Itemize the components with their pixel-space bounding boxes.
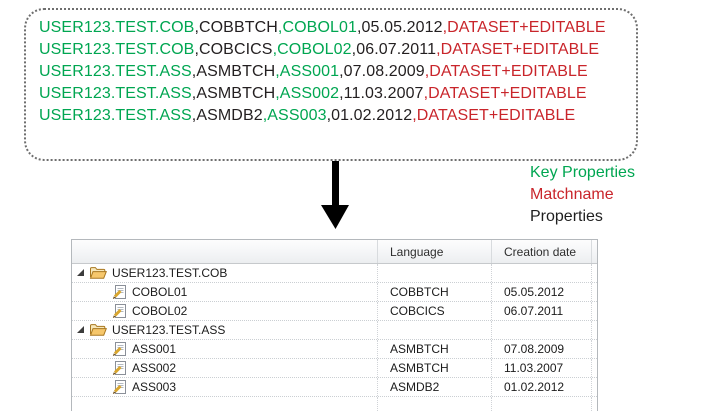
language-cell: ASMDB2 [378,378,492,396]
table-row-member[interactable]: COBOL02 COBCICS 06.07.2011 [72,302,597,321]
member-name: ASS001 [132,342,176,356]
record-field-member: ,ASS001 [275,63,339,80]
tree-cell: COBOL01 [72,283,378,301]
down-arrow-icon [318,161,352,231]
creation-date-cell: 11.03.2007 [492,359,592,377]
record-field-member: ,COBOL01 [278,19,357,36]
record-field-dataset: USER123.TEST.ASS [39,85,192,102]
filler-cell [592,378,597,396]
member-document-pencil-icon [112,304,127,319]
expander-icon[interactable] [77,326,85,334]
legend-matchname: Matchname [530,184,635,206]
record-field-properties: ,DATASET+EDITABLE [425,63,588,80]
language-cell: COBBTCH [378,283,492,301]
record-field-matchname: ,ASMBTCH [192,85,275,102]
filler-cell [592,283,597,301]
record-field-dataset: USER123.TEST.ASS [39,107,192,124]
table-row-dataset[interactable]: USER123.TEST.COB [72,264,597,283]
filler-cell [592,321,597,339]
language-cell: ASMBTCH [378,359,492,377]
tree-cell: ASS002 [72,359,378,377]
member-name: COBOL01 [132,285,187,299]
language-cell: ASMBTCH [378,340,492,358]
legend-properties: Properties [530,206,635,228]
creation-date-cell [492,397,592,411]
table-row-member[interactable]: ASS003 ASMDB2 01.02.2012 [72,378,597,397]
creation-date-cell: 01.02.2012 [492,378,592,396]
table-row-member[interactable]: ASS001 ASMBTCH 07.08.2009 [72,340,597,359]
tree-cell [72,397,378,411]
record-field-member: ,ASS003 [263,107,327,124]
tree-cell: ASS001 [72,340,378,358]
creation-date-cell: 07.08.2009 [492,340,592,358]
member-document-pencil-icon [112,380,127,395]
member-name: ASS003 [132,380,176,394]
dataset-name: USER123.TEST.COB [112,266,227,280]
members-table: Language Creation date USER123.TEST.COB [71,239,598,411]
record-line: USER123.TEST.COB,COBBTCH,COBOL01,05.05.2… [39,17,636,39]
record-field-properties: ,DATASET+EDITABLE [443,19,606,36]
record-field-matchname: ,ASMBTCH [192,63,275,80]
member-document-pencil-icon [112,285,127,300]
legend-key-properties: Key Properties [530,162,635,184]
expander-icon[interactable] [77,269,85,277]
record-field-matchname: ,ASMDB2 [192,107,263,124]
filler-cell [592,359,597,377]
creation-date-cell [492,264,592,282]
filler-cell [592,340,597,358]
record-line: USER123.TEST.ASS,ASMBTCH,ASS002,11.03.20… [39,83,636,105]
open-folder-icon [89,266,107,280]
legend: Key Properties Matchname Properties [530,162,635,228]
record-field-properties: ,DATASET+EDITABLE [424,85,587,102]
record-line: USER123.TEST.ASS,ASMBTCH,ASS001,07.08.20… [39,61,636,83]
tree-cell: COBOL02 [72,302,378,320]
filler-cell [592,264,597,282]
table-row-member[interactable]: COBOL01 COBBTCH 05.05.2012 [72,283,597,302]
creation-date-cell: 05.05.2012 [492,283,592,301]
column-header-language[interactable]: Language [378,240,492,263]
record-field-properties: ,DATASET+EDITABLE [412,107,575,124]
member-name: ASS002 [132,361,176,375]
column-header-creation-date[interactable]: Creation date [492,240,592,263]
record-field-matchname: ,COBBTCH [194,19,277,36]
source-records-box: USER123.TEST.COB,COBBTCH,COBOL01,05.05.2… [24,8,638,161]
dataset-name: USER123.TEST.ASS [112,323,225,337]
open-folder-icon [89,323,107,337]
record-line: USER123.TEST.COB,COBCICS,COBOL02,06.07.2… [39,39,636,61]
table-row-dataset[interactable]: USER123.TEST.ASS [72,321,597,340]
tree-cell: USER123.TEST.ASS [72,321,378,339]
tree-cell: ASS003 [72,378,378,396]
record-field-dataset: USER123.TEST.COB [39,41,194,58]
member-document-pencil-icon [112,361,127,376]
record-field-date: ,11.03.2007 [339,85,423,102]
language-cell: COBCICS [378,302,492,320]
column-header-tree[interactable] [72,240,378,263]
language-cell [378,264,492,282]
record-field-matchname: ,COBCICS [194,41,272,58]
record-field-dataset: USER123.TEST.COB [39,19,194,36]
record-field-member: ,ASS002 [275,85,339,102]
member-name: COBOL02 [132,304,187,318]
filler-cell [592,302,597,320]
record-field-properties: ,DATASET+EDITABLE [436,41,599,58]
creation-date-cell: 06.07.2011 [492,302,592,320]
record-field-member: ,COBOL02 [273,41,352,58]
language-cell [378,397,492,411]
record-field-date: ,05.05.2012 [357,19,443,36]
record-field-date: ,07.08.2009 [339,63,425,80]
diagram-canvas: USER123.TEST.COB,COBBTCH,COBOL01,05.05.2… [0,0,705,411]
table-row-member[interactable]: ASS002 ASMBTCH 11.03.2007 [72,359,597,378]
record-field-date: ,06.07.2011 [352,41,436,58]
member-document-pencil-icon [112,342,127,357]
record-field-date: ,01.02.2012 [327,107,413,124]
tree-cell: USER123.TEST.COB [72,264,378,282]
filler-cell [592,397,597,411]
language-cell [378,321,492,339]
table-header: Language Creation date [72,240,597,264]
table-row-empty [72,397,597,411]
record-field-dataset: USER123.TEST.ASS [39,63,192,80]
record-line: USER123.TEST.ASS,ASMDB2,ASS003,01.02.201… [39,105,636,127]
creation-date-cell [492,321,592,339]
column-header-filler [592,240,597,263]
